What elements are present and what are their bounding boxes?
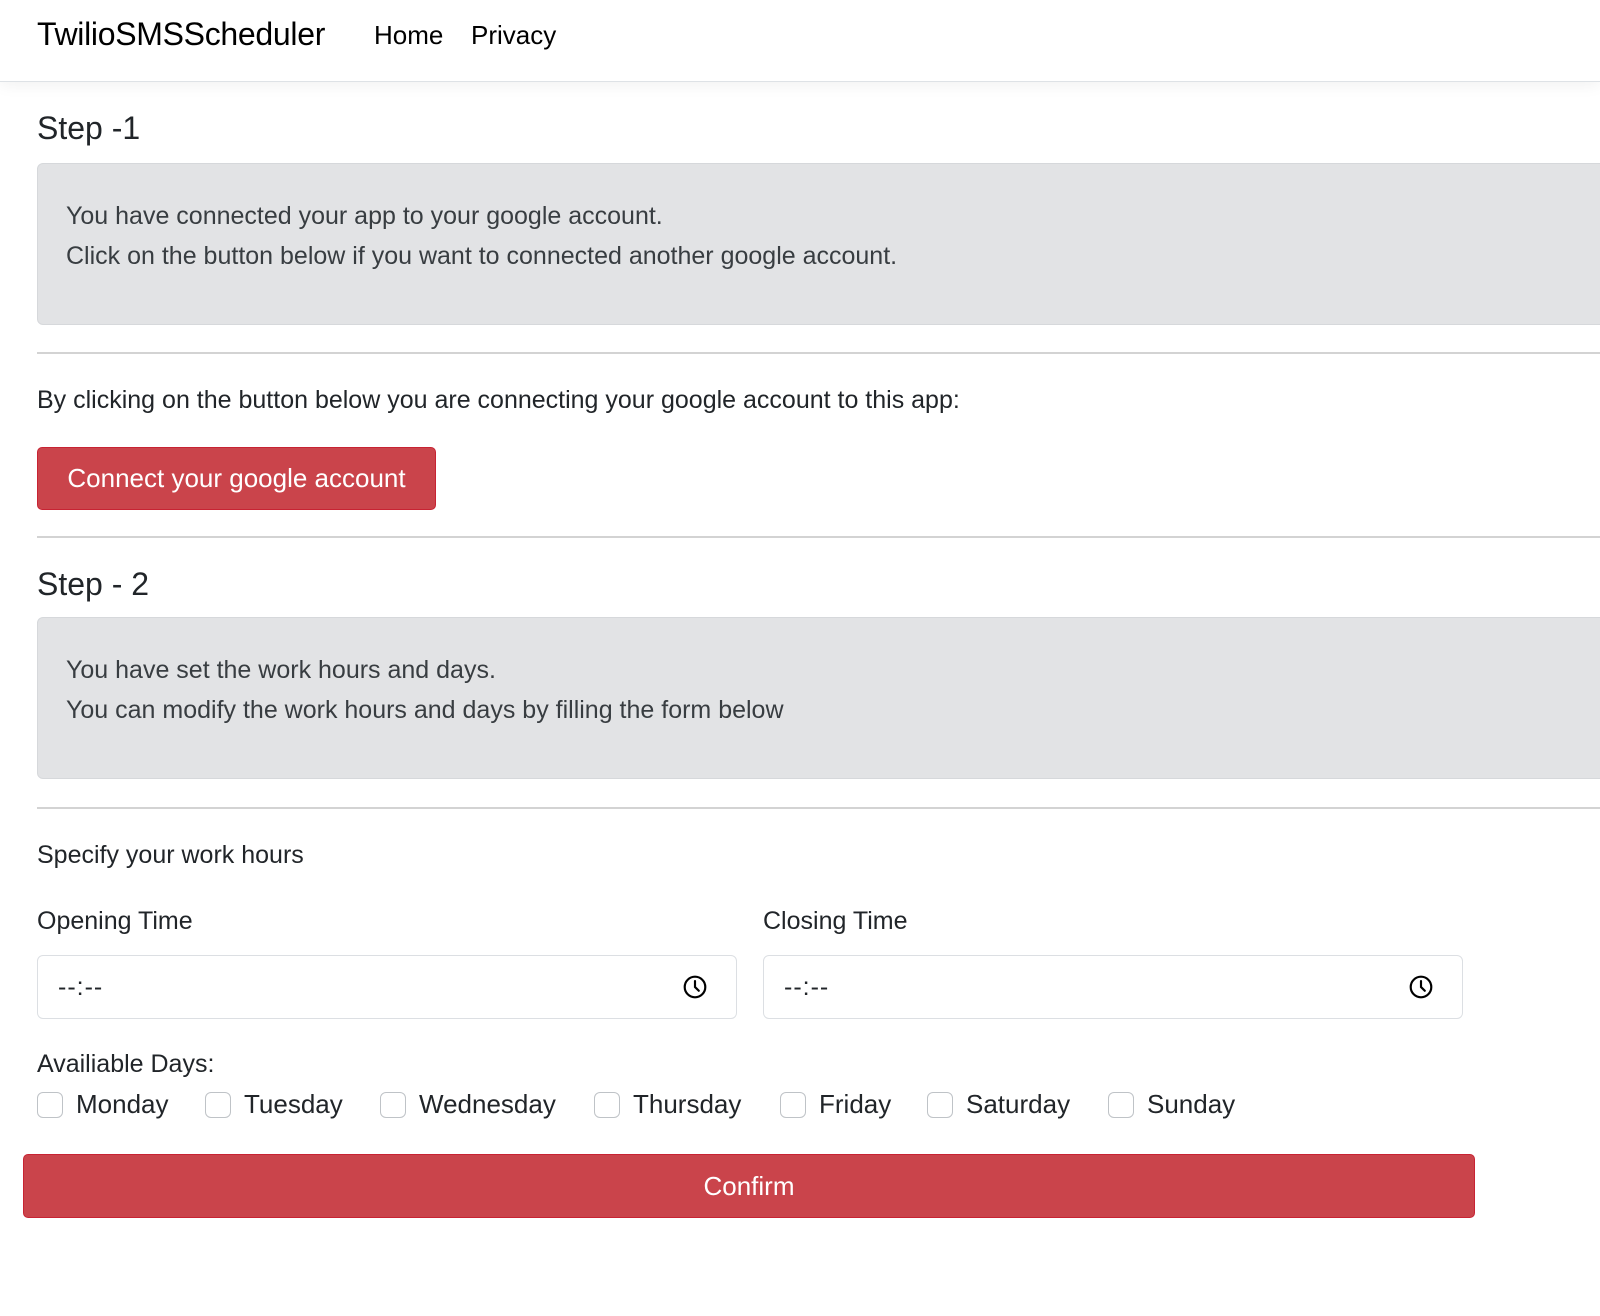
step2-info-alert: You have set the work hours and days. Yo… xyxy=(37,617,1600,779)
day-checkbox[interactable] xyxy=(1108,1091,1134,1118)
brand-link[interactable]: TwilioSMSScheduler xyxy=(37,16,325,53)
nav-link-privacy[interactable]: Privacy xyxy=(471,20,556,51)
opening-time-label: Opening Time xyxy=(37,907,193,935)
day-thursday[interactable]: Thursday xyxy=(594,1089,741,1120)
opening-time-input[interactable]: --:-- xyxy=(37,955,737,1019)
step2-info-line: You have set the work hours and days. xyxy=(66,656,496,684)
closing-time-label: Closing Time xyxy=(763,907,908,935)
clock-icon[interactable] xyxy=(682,974,708,1000)
day-label: Wednesday xyxy=(419,1089,556,1119)
navbar: TwilioSMSScheduler Home Privacy xyxy=(0,0,1600,82)
step1-info-line: You have connected your app to your goog… xyxy=(66,202,663,230)
day-label: Monday xyxy=(76,1089,169,1119)
day-label: Saturday xyxy=(966,1089,1071,1119)
nav-link-home[interactable]: Home xyxy=(374,20,443,51)
step1-info-line: Click on the button below if you want to… xyxy=(66,242,898,270)
day-friday[interactable]: Friday xyxy=(780,1089,891,1120)
connect-prompt: By clicking on the button below you are … xyxy=(37,386,960,414)
divider xyxy=(37,807,1600,809)
divider xyxy=(37,352,1600,354)
step2-title: Step - 2 xyxy=(37,566,150,602)
day-checkbox[interactable] xyxy=(927,1091,953,1118)
confirm-button[interactable]: Confirm xyxy=(23,1154,1475,1218)
day-label: Thursday xyxy=(633,1089,742,1119)
closing-time-value: --:-- xyxy=(784,972,830,1001)
divider xyxy=(37,536,1600,538)
step1-info-alert: You have connected your app to your goog… xyxy=(37,163,1600,325)
day-label: Tuesday xyxy=(244,1089,343,1119)
closing-time-input[interactable]: --:-- xyxy=(763,955,1463,1019)
day-saturday[interactable]: Saturday xyxy=(927,1089,1070,1120)
day-monday[interactable]: Monday xyxy=(37,1089,169,1120)
clock-icon[interactable] xyxy=(1408,974,1434,1000)
connect-google-account-button[interactable]: Connect your google account xyxy=(37,447,436,510)
day-label: Sunday xyxy=(1147,1089,1236,1119)
day-sunday[interactable]: Sunday xyxy=(1108,1089,1235,1120)
day-checkbox[interactable] xyxy=(37,1091,63,1118)
step2-info-line: You can modify the work hours and days b… xyxy=(66,696,784,724)
work-hours-label: Specify your work hours xyxy=(37,841,304,869)
opening-time-value: --:-- xyxy=(58,972,104,1001)
day-checkbox[interactable] xyxy=(780,1091,806,1118)
day-checkbox[interactable] xyxy=(594,1091,620,1118)
available-days-label: Availiable Days: xyxy=(37,1050,215,1078)
day-label: Friday xyxy=(819,1089,892,1119)
day-wednesday[interactable]: Wednesday xyxy=(380,1089,556,1120)
day-checkbox[interactable] xyxy=(380,1091,406,1118)
step1-title: Step -1 xyxy=(37,110,141,146)
day-checkbox[interactable] xyxy=(205,1091,231,1118)
day-tuesday[interactable]: Tuesday xyxy=(205,1089,343,1120)
